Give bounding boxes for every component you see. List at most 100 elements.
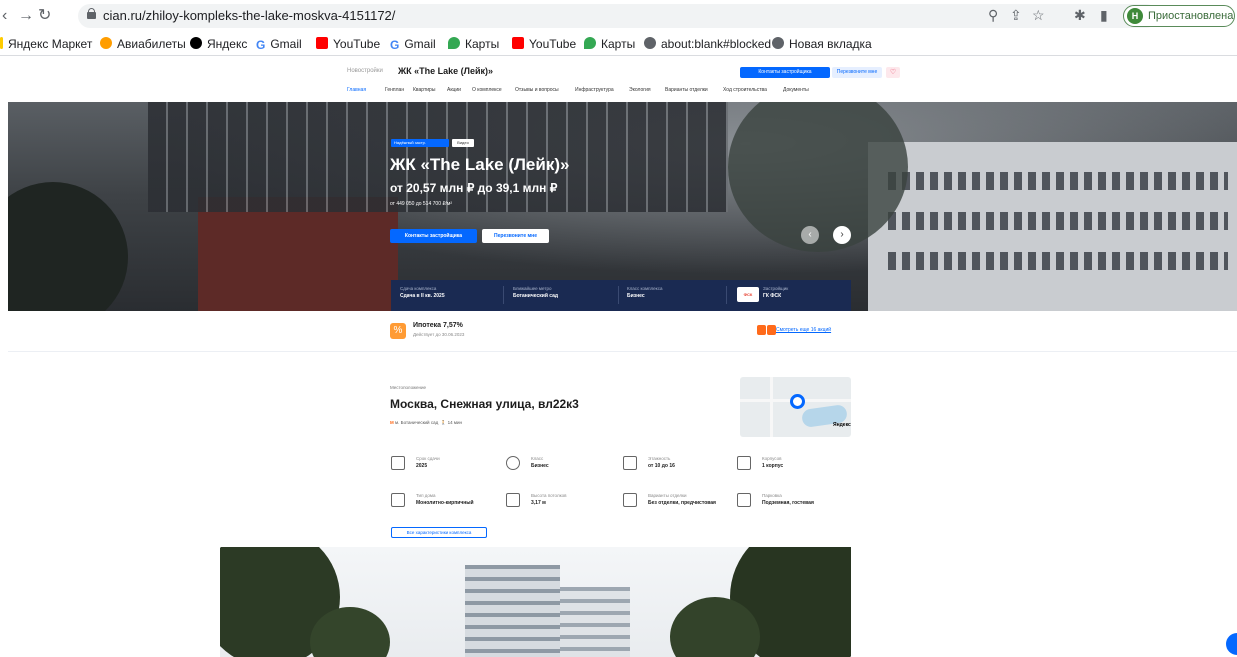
url-text[interactable]: cian.ru/zhiloy-kompleks-the-lake-moskva-…	[103, 8, 395, 23]
video-badge[interactable]: Видео	[452, 139, 474, 147]
maps-pin-icon	[448, 37, 460, 49]
map-road	[770, 377, 773, 437]
tab-construction[interactable]: Ход строительства	[723, 87, 767, 93]
profile-button[interactable]: Н Приостановлена	[1123, 5, 1235, 27]
tab-infrastructure[interactable]: Инфраструктура	[575, 87, 614, 93]
google-icon: G	[390, 38, 400, 52]
bookmark-item[interactable]: about:blank#blocked	[644, 37, 771, 51]
tab-apartments[interactable]: Квартиры	[413, 87, 435, 93]
zoom-icon[interactable]: ⚲	[988, 7, 998, 24]
map-pin-icon	[790, 394, 805, 409]
calendar-icon	[391, 456, 405, 470]
tab-about[interactable]: О комплексе	[472, 87, 502, 93]
yandex-icon	[190, 37, 202, 49]
reliable-badge: Надёжный застр.	[391, 139, 449, 147]
metro-station[interactable]: м. Ботанический сад	[395, 420, 438, 425]
plane-icon	[100, 37, 112, 49]
info-developer[interactable]: Застройщик ГК ФСК	[763, 286, 788, 299]
divider	[8, 351, 1237, 352]
paint-roller-icon	[623, 493, 637, 507]
hero-price-per-sqm: от 449 050 до 514 700 ₽/м²	[390, 201, 453, 207]
share-icon[interactable]: ⇪	[1010, 7, 1022, 24]
bookmark-item[interactable]: Яндекс Маркет	[0, 37, 92, 51]
hero-windows	[888, 252, 1228, 270]
location-label: Местоположение	[390, 385, 427, 390]
next-slide-icon[interactable]: ›	[833, 226, 851, 244]
tab-genplan[interactable]: Генплан	[385, 87, 404, 93]
youtube-icon	[316, 37, 328, 49]
mortgage-subtitle: Действует до 30.06.2023	[413, 332, 465, 337]
hero-contacts-button[interactable]: Контакты застройщика	[390, 229, 477, 243]
bookmark-item[interactable]: Карты	[584, 37, 635, 51]
map-brand: Яндекс	[833, 422, 851, 428]
info-completion: Сдача комплекса Сдача в II кв. 2025	[400, 286, 445, 299]
hero-price: от 20,57 млн ₽ до 39,1 млн ₽	[390, 181, 558, 195]
globe-icon	[644, 37, 656, 49]
bookmark-item[interactable]: YouTube	[512, 37, 576, 51]
promo-icon	[767, 325, 776, 335]
walk-icon: 🚶	[440, 420, 447, 425]
photo-tower	[465, 565, 560, 657]
info-class: Класс комплекса Бизнес	[627, 286, 663, 299]
page-title: ЖК «The Lake (Лейк)»	[398, 66, 494, 76]
youtube-icon	[512, 37, 524, 49]
avatar: Н	[1127, 8, 1143, 24]
star-icon[interactable]: ☆	[1032, 7, 1045, 24]
divider	[618, 286, 619, 304]
back-icon[interactable]: ‹	[2, 7, 7, 25]
forward-icon[interactable]: →	[18, 7, 34, 25]
browser-toolbar: ‹ → ↻ cian.ru/zhiloy-kompleks-the-lake-m…	[0, 0, 1237, 32]
star-badge-icon	[506, 456, 520, 470]
location-map[interactable]: Яндекс	[740, 377, 851, 437]
building-icon	[737, 456, 751, 470]
hero-windows	[888, 212, 1228, 230]
bookmark-item[interactable]: YouTube	[316, 37, 380, 51]
maps-pin-icon	[584, 37, 596, 49]
tab-promos[interactable]: Акции	[447, 87, 461, 93]
info-metro[interactable]: Ближайшее метро Ботанический сад	[513, 286, 558, 299]
hero-tree	[8, 182, 128, 311]
chat-icon[interactable]	[1226, 633, 1237, 655]
site-header	[0, 57, 1237, 103]
heart-icon[interactable]: ♡	[886, 67, 900, 78]
hero-info-bar: Сдача комплекса Сдача в II кв. 2025 Ближа…	[391, 280, 851, 311]
bookmark-item[interactable]: Авиабилеты	[100, 37, 186, 51]
percent-icon: %	[390, 323, 406, 339]
more-promos-link[interactable]: Смотреть еще 16 акций	[776, 327, 831, 333]
parking-icon	[737, 493, 751, 507]
complex-photo[interactable]	[220, 547, 851, 657]
promo-icon	[757, 325, 766, 335]
reload-icon[interactable]: ↻	[38, 5, 51, 25]
hero-callback-button[interactable]: Перезвоните мне	[482, 229, 549, 243]
extensions-icon[interactable]: ✱	[1074, 7, 1086, 24]
photo-tower	[560, 587, 630, 657]
sidepanel-icon[interactable]: ▮	[1100, 7, 1108, 24]
bookmark-item[interactable]: G Gmail	[256, 37, 302, 52]
floors-icon	[623, 456, 637, 470]
bookmark-item[interactable]: Новая вкладка	[772, 37, 872, 51]
bookmarks-bar: Яндекс Маркет Авиабилеты Яндекс G Gmail Y…	[0, 32, 1237, 56]
house-type-icon	[391, 493, 405, 507]
mortgage-title[interactable]: Ипотека 7,57%	[413, 322, 463, 329]
tab-documents[interactable]: Документы	[783, 87, 809, 93]
bookmark-item[interactable]: G Gmail	[390, 37, 436, 52]
hero-title: ЖК «The Lake (Лейк)»	[390, 155, 570, 174]
callback-button[interactable]: Перезвоните мне	[832, 67, 882, 78]
divider	[726, 286, 727, 304]
developer-logo[interactable]: ФСК	[737, 287, 759, 302]
ceiling-height-icon	[506, 493, 520, 507]
bookmark-item[interactable]: Карты	[448, 37, 499, 51]
lock-icon[interactable]	[87, 8, 96, 19]
tab-main[interactable]: Главная	[347, 87, 366, 93]
tab-finishing[interactable]: Варианты отделки	[665, 87, 708, 93]
tab-reviews[interactable]: Отзывы и вопросы	[515, 87, 559, 93]
contacts-button[interactable]: Контакты застройщика	[740, 67, 830, 78]
all-characteristics-button[interactable]: Все характеристики комплекса	[391, 527, 487, 538]
bookmark-item[interactable]: Яндекс	[190, 37, 247, 51]
google-icon: G	[256, 38, 266, 52]
tab-ecology[interactable]: Экология	[629, 87, 651, 93]
walk-time: 14 мин	[447, 420, 462, 425]
hero-windows	[888, 172, 1228, 190]
breadcrumb[interactable]: Новостройки	[347, 68, 383, 74]
prev-slide-icon[interactable]: ‹	[801, 226, 819, 244]
